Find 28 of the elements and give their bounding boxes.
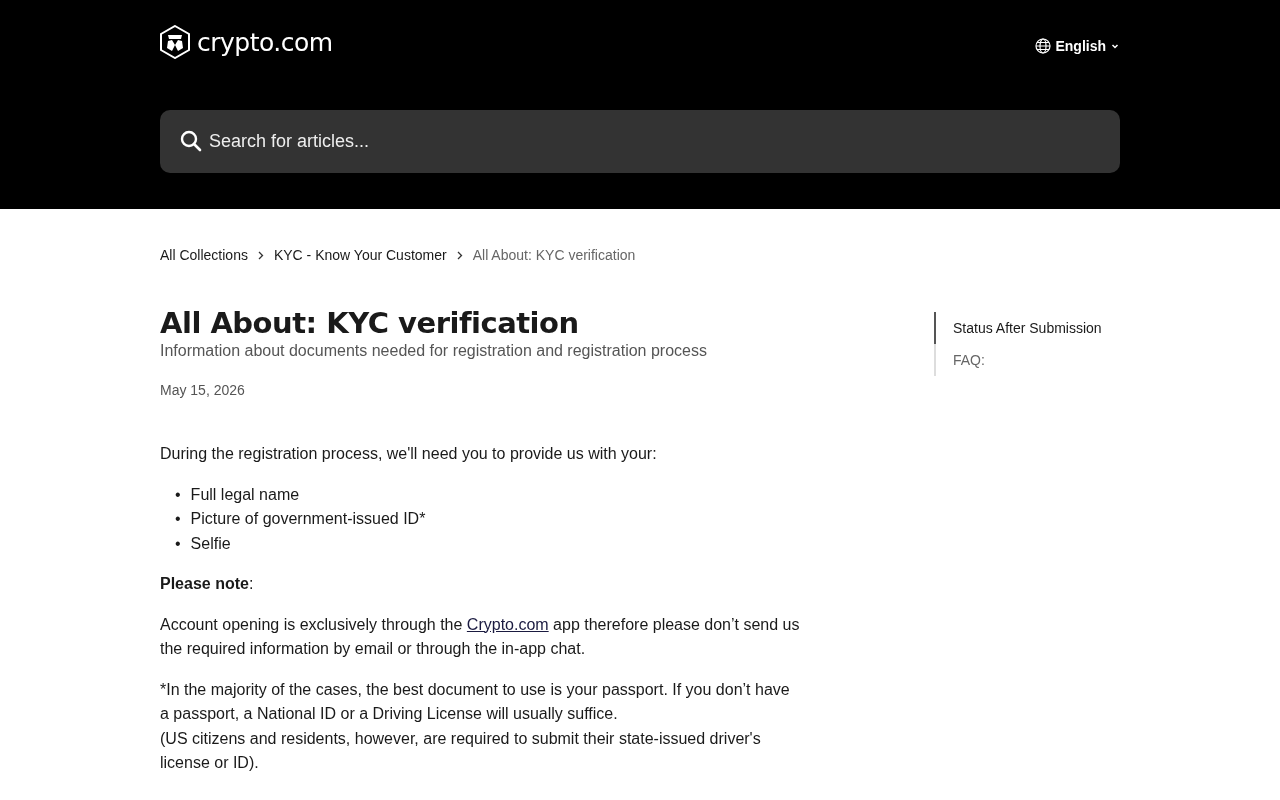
bullet: •: [175, 484, 181, 505]
chevron-icon: [257, 250, 264, 260]
breadcrumb-current: All About: KYC verification: [472, 247, 636, 263]
logo-icon: [160, 25, 190, 59]
text-link[interactable]: Crypto.com: [466, 615, 549, 633]
paragraph: Account opening is exclusively through the Crypto.com app therefore please don’t send us the required information by email or through the in-app chat.: [160, 614, 800, 659]
search-field[interactable]: Search for articles...: [160, 110, 1120, 173]
globe-icon: [1035, 38, 1052, 54]
language-selector[interactable]: English: [1035, 38, 1120, 54]
list-item: Selfie: [190, 533, 231, 554]
breadcrumb-link[interactable]: KYC - Know Your Customer: [273, 247, 447, 263]
list-item: Picture of government-issued ID*: [190, 509, 426, 529]
paragraph: (US citizens and residents, however, are required to submit their state-issued driver's license or ID).: [160, 728, 762, 773]
paragraph: *In the majority of the cases, the best document to use is your passport. If you don’t have a passport, a National ID or a Driving License will usually suffice.: [160, 679, 791, 724]
article-subtitle: Information about documents needed for registration and registration process: [160, 342, 708, 360]
bullet: •: [175, 509, 181, 529]
breadcrumb-link[interactable]: All Collections: [160, 247, 248, 263]
chevron-icon: [456, 250, 463, 260]
paragraph: Please note:: [160, 574, 255, 594]
search-icon: [180, 130, 202, 152]
bullet: •: [175, 533, 181, 554]
toc-link[interactable]: FAQ:: [934, 344, 1120, 376]
article-date: May 15, 2026: [160, 382, 246, 398]
toc-link[interactable]: Status After Submission: [934, 312, 1120, 344]
logo-text: crypto.com: [197, 27, 333, 57]
paragraph: During the registration process, we'll need you to provide us with your:: [160, 444, 658, 464]
article-title: All About: KYC verification: [160, 305, 580, 342]
list-item: Full legal name: [190, 484, 300, 505]
